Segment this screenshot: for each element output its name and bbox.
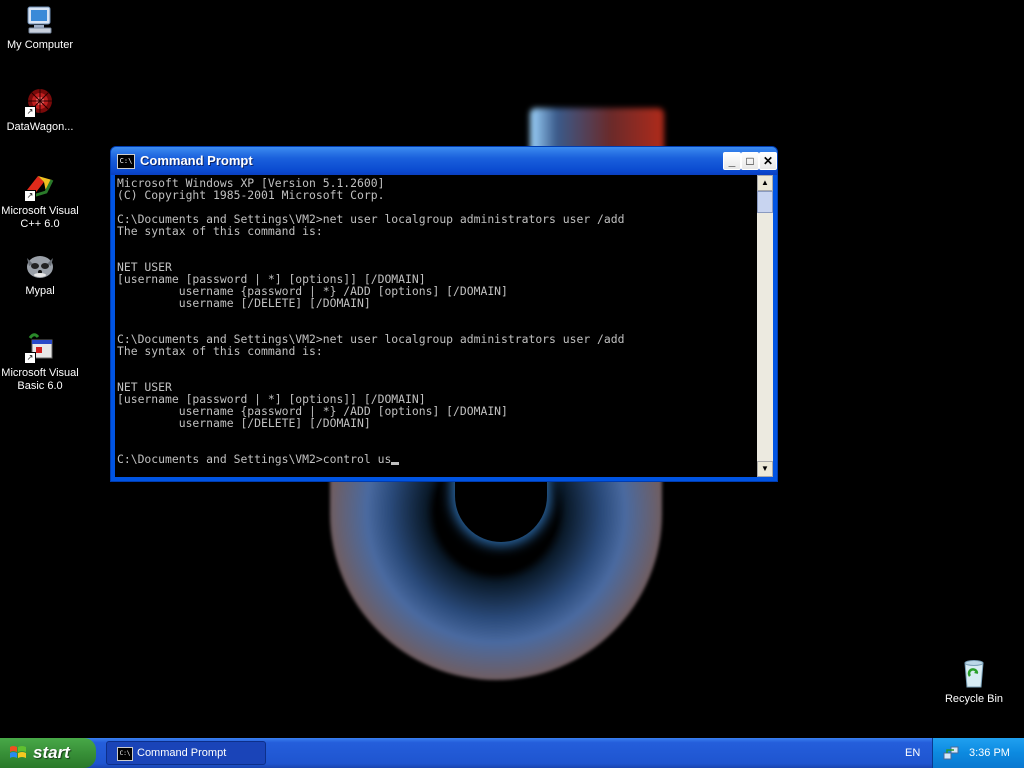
desktop-icon-label: Microsoft Visual C++ 6.0 [1, 205, 79, 230]
mypal-icon [24, 250, 56, 282]
minimize-button[interactable]: _ [723, 152, 741, 170]
window-title: Command Prompt [140, 153, 253, 168]
console-app-icon: C:\ [117, 747, 133, 761]
desktop-icon-visual-cpp[interactable]: ↗ Microsoft Visual C++ 6.0 [0, 170, 80, 231]
console-output[interactable]: Microsoft Windows XP [Version 5.1.2600] … [117, 177, 759, 477]
vertical-scrollbar[interactable]: ▲ ▼ [757, 175, 773, 477]
clock[interactable]: 3:36 PM [969, 747, 1010, 759]
shortcut-arrow-icon: ↗ [24, 190, 36, 202]
shortcut-arrow-icon: ↗ [24, 352, 36, 364]
start-label: start [33, 743, 70, 762]
desktop-icon-recycle-bin[interactable]: Recycle Bin [934, 658, 1014, 706]
console-line: username [/DELETE] [/DOMAIN] [178, 296, 371, 310]
scroll-up-arrow-icon[interactable]: ▲ [757, 175, 773, 191]
console-area[interactable]: Microsoft Windows XP [Version 5.1.2600] … [115, 175, 773, 477]
window-titlebar[interactable]: C:\ Command Prompt _ □ ✕ [111, 147, 777, 175]
desktop-icon-label: Mypal [25, 285, 55, 297]
console-history: Microsoft Windows XP [Version 5.1.2600] … [117, 177, 624, 430]
datawagon-icon: ↗ [24, 86, 56, 118]
start-button[interactable]: start [0, 738, 96, 768]
network-tray-icon[interactable] [943, 745, 959, 761]
desktop-icon-label: DataWagon... [6, 121, 74, 133]
desktop-icon-datawagon[interactable]: ↗ DataWagon... [0, 86, 80, 134]
taskbar-item-command-prompt[interactable]: C:\ Command Prompt [106, 741, 266, 765]
system-tray: 3:36 PM [932, 738, 1024, 768]
desktop-icon-visual-basic[interactable]: ↗ Microsoft Visual Basic 6.0 [0, 332, 80, 393]
recycle-bin-icon [958, 658, 990, 690]
maximize-button[interactable]: □ [741, 152, 759, 170]
command-prompt-window[interactable]: C:\ Command Prompt _ □ ✕ Microsoft Windo… [110, 146, 778, 482]
windows-flag-icon [10, 746, 26, 758]
visual-basic-icon: ↗ [24, 332, 56, 364]
console-input[interactable]: control us [323, 452, 392, 466]
desktop-icon-mypal[interactable]: Mypal [0, 250, 80, 298]
language-indicator[interactable]: EN [905, 747, 920, 759]
console-line: username [/DELETE] [/DOMAIN] [178, 416, 371, 430]
console-line: The syntax of this command is: [117, 344, 323, 358]
console-line: (C) Copyright 1985-2001 Microsoft Corp. [117, 188, 385, 202]
desktop-icon-label: My Computer [6, 39, 74, 51]
console-line: The syntax of this command is: [117, 224, 323, 238]
desktop-icon-my-computer[interactable]: My Computer [0, 4, 80, 52]
text-cursor [391, 462, 400, 465]
visual-cpp-icon: ↗ [24, 170, 56, 202]
scrollbar-thumb[interactable] [757, 191, 773, 213]
taskbar-item-label: Command Prompt [137, 747, 227, 759]
desktop-icon-label: Microsoft Visual Basic 6.0 [1, 367, 79, 392]
console-app-icon[interactable]: C:\ [117, 154, 135, 169]
close-button[interactable]: ✕ [759, 152, 777, 170]
my-computer-icon [24, 4, 56, 36]
desktop-icon-label: Recycle Bin [944, 693, 1004, 705]
scroll-down-arrow-icon[interactable]: ▼ [757, 461, 773, 477]
shortcut-arrow-icon: ↗ [24, 106, 36, 118]
taskbar: start C:\ Command Prompt EN 3:36 PM [0, 738, 1024, 768]
console-prompt: C:\Documents and Settings\VM2> [117, 452, 323, 466]
